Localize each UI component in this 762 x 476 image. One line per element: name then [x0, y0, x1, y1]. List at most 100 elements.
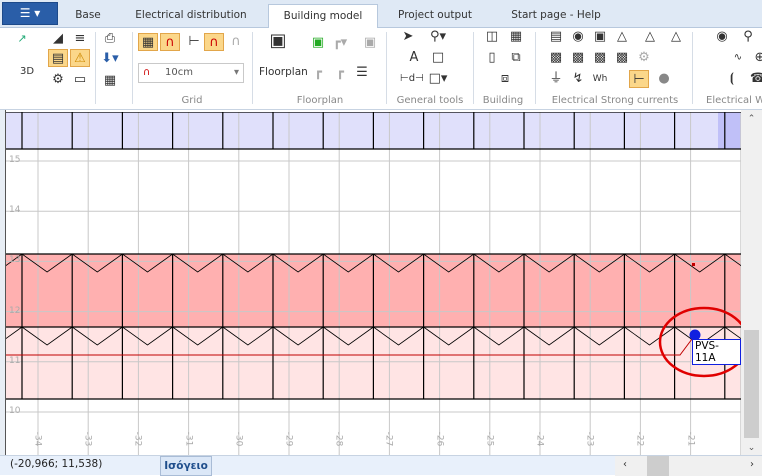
appliance-icon[interactable]: ▩ [546, 49, 566, 67]
x-axis-label: -22 [634, 431, 645, 447]
axes-3d-icon[interactable]: ↗ [12, 30, 32, 48]
vertical-scroll-thumb[interactable] [744, 330, 759, 438]
grid-spacing-select[interactable]: ∩ 10cm ▾ [138, 63, 244, 83]
component-tag[interactable]: PVS-11A [692, 339, 741, 365]
rectangle-icon[interactable]: □▾ [428, 70, 448, 88]
speaker-icon[interactable]: ◉ [712, 28, 732, 46]
scroll-up-icon[interactable]: ⌃ [741, 114, 762, 124]
print-icon[interactable]: ⎙ [100, 30, 120, 48]
x-axis-label: -30 [233, 431, 244, 447]
horizontal-scrollbar[interactable]: ‹ › [615, 456, 762, 476]
lamp-3-icon[interactable]: △ [666, 28, 686, 46]
meter-icon[interactable]: Wh [590, 70, 610, 88]
floor-import-icon[interactable]: ▣ [308, 34, 328, 52]
y-axis-label: 10 [9, 406, 21, 416]
cursor-coordinates: (-20,966; 11,538) [10, 458, 103, 470]
y-axis-label: 12 [9, 305, 21, 316]
snap-magnet-icon[interactable]: ∩ [204, 33, 224, 51]
floorplan-icon[interactable]: ▣ [268, 32, 288, 50]
x-axis-label: -24 [534, 431, 545, 447]
floorplan-button[interactable]: Floorplan [259, 66, 308, 78]
dimension-icon[interactable]: ⊢d⊣ [400, 70, 424, 88]
building-icon[interactable]: ◫ [482, 28, 502, 46]
lamp-2-icon[interactable]: △ [640, 28, 660, 46]
layers-icon[interactable]: ▤ [48, 49, 68, 67]
grid-toggle-icon[interactable]: ▦ [138, 33, 158, 51]
window-icon[interactable]: ▭ [70, 71, 90, 89]
switch-icon[interactable]: ▣ [590, 28, 610, 46]
door-icon[interactable]: ▯ [482, 49, 502, 67]
fullscreen-icon[interactable]: ◢ [48, 30, 68, 48]
y-axis-label: 11 [9, 355, 21, 366]
select-arrow-icon[interactable]: ➤ [398, 28, 418, 46]
x-axis-label: -21 [684, 431, 695, 447]
scroll-right-icon[interactable]: › [750, 459, 754, 470]
phone-icon[interactable]: ☎ [748, 70, 762, 88]
x-axis-label: -31 [182, 431, 193, 447]
x-axis-label: -28 [333, 431, 344, 447]
scroll-left-icon[interactable]: ‹ [623, 459, 627, 470]
tab-project-output[interactable]: Project output [395, 4, 475, 28]
panel-icon[interactable]: ▤ [546, 28, 566, 46]
ground-icon[interactable]: ⏚ [546, 70, 566, 88]
tab-electrical-distribution[interactable]: Electrical distribution [125, 4, 257, 28]
cube-icon[interactable]: ⧈ [495, 70, 515, 88]
window-frame-icon[interactable]: ▦ [506, 28, 526, 46]
grid-snap-icon[interactable]: ∩ [160, 33, 180, 51]
wall-icon[interactable]: ⧉ [506, 49, 526, 67]
drawing-canvas[interactable]: -34 -33 -32 -31 -30 -29 -28 -27 -26 -25 -24 -23 -22 -… [6, 112, 741, 455]
x-axis-label: -33 [82, 431, 93, 447]
label-icon[interactable]: □ [428, 49, 448, 67]
route-icon[interactable]: ⊢ [629, 70, 649, 88]
appliance-3-icon[interactable]: ▩ [590, 49, 610, 67]
x-axis-label: -34 [32, 431, 43, 447]
horizontal-scroll-thumb[interactable] [647, 456, 669, 476]
appliance-2-icon[interactable]: ▩ [568, 49, 588, 67]
socket-icon[interactable]: ◉ [568, 28, 588, 46]
x-axis-label: -27 [383, 431, 394, 447]
cable-icon[interactable]: ↯ [568, 70, 588, 88]
group-label-building: Building [482, 95, 524, 106]
signal-icon[interactable]: ∿ [728, 49, 748, 67]
wireless-icon[interactable]: ⦗ [722, 70, 742, 88]
ribbon: ↗ 3D ◢ ≡ ▤ ⚠ ⚙ ▭ ⎙ ⬇▾ ▦ ▦ ∩ ⊢ ∩ ∩ ∩ 10cm ▾… [0, 28, 762, 110]
floor-down-icon[interactable]: ┏ [308, 64, 328, 82]
import-icon[interactable]: ⬇▾ [100, 50, 120, 68]
ribbon-tabs: ☰ ▾ Base Electrical distribution Buildin… [0, 0, 762, 29]
tab-start-page-help[interactable]: Start page - Help [510, 4, 602, 28]
y-axis-label: 13 [9, 255, 21, 266]
status-bar: (-20,966; 11,538) Ισόγειο ‹ › [0, 455, 762, 476]
snap-object-icon[interactable]: ∩ [226, 33, 246, 51]
floor-list-icon[interactable]: ☰ [352, 64, 372, 82]
table-icon[interactable]: ▦ [100, 72, 120, 90]
floor-delete-icon[interactable]: ▣ [360, 34, 380, 52]
floor-tab[interactable]: Ισόγειο [160, 456, 212, 476]
gear-icon[interactable]: ⚙ [634, 49, 654, 67]
group-label-floorplan: Floorplan [296, 95, 344, 106]
group-label-general-tools: General tools [396, 95, 464, 106]
sensor-icon[interactable]: ⊕ [750, 49, 762, 67]
list-icon[interactable]: ≡ [70, 30, 90, 48]
tab-building-model[interactable]: Building model [268, 4, 378, 29]
settings-check-icon[interactable]: ⚙ [48, 71, 68, 89]
x-axis-label: -26 [433, 431, 444, 447]
circle-icon[interactable]: ● [654, 70, 674, 88]
origin-icon[interactable]: ⊢ [184, 33, 204, 51]
zoom-icon[interactable]: ⚲▾ [428, 28, 448, 46]
warning-icon[interactable]: ⚠ [70, 49, 90, 67]
lamp-icon[interactable]: △ [612, 28, 632, 46]
scroll-down-icon[interactable]: ⌄ [741, 443, 762, 453]
text-icon[interactable]: A [404, 49, 424, 67]
floor-shape-icon[interactable]: ┏▾ [330, 34, 350, 52]
floor-up-icon[interactable]: ┏ [330, 64, 350, 82]
appliance-4-icon[interactable]: ▩ [612, 49, 632, 67]
app-menu-button[interactable]: ☰ ▾ [2, 2, 58, 25]
group-label-grid: Grid [181, 95, 203, 106]
top-band-end [718, 112, 741, 149]
antenna-icon[interactable]: ⚲ [738, 28, 758, 46]
view-3d-label: 3D [20, 66, 35, 77]
marker-dot-small [692, 263, 695, 266]
group-label-strong-currents: Electrical Strong currents [551, 95, 679, 106]
floorplan-drawing[interactable] [6, 112, 741, 455]
tab-base[interactable]: Base [66, 4, 110, 28]
